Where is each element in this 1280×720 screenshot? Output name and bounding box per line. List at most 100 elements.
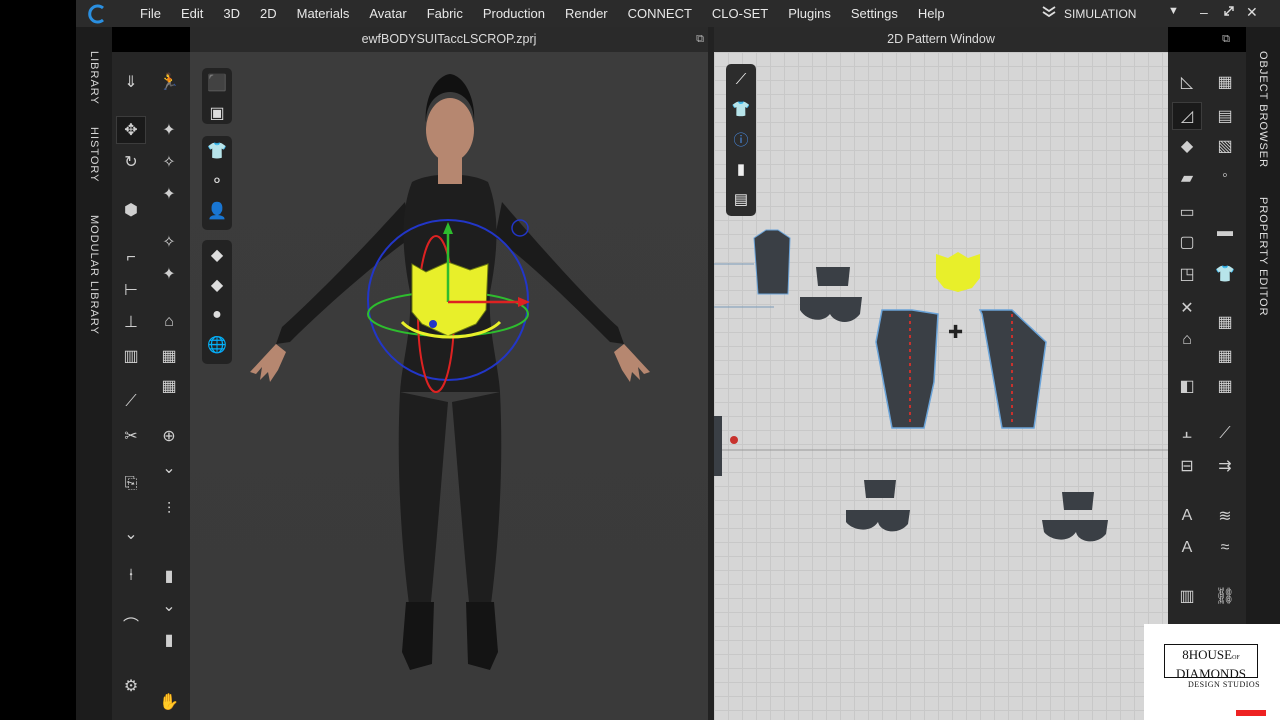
text-style-icon[interactable]: A xyxy=(1172,534,1202,562)
clo-logo-icon[interactable] xyxy=(86,2,110,26)
garment-tool-icon[interactable]: ▦ xyxy=(1210,68,1240,96)
graphic-icon[interactable]: ▮ xyxy=(154,626,184,654)
3d-viewport[interactable]: ⬛ ▣ 👕 ⚬ 👤 ◆ ◆ ● 🌐 xyxy=(190,52,708,720)
ruler-icon[interactable]: ▥ xyxy=(1172,582,1202,610)
menu-file[interactable]: File xyxy=(130,0,171,27)
youtube-badge xyxy=(1236,710,1266,716)
rectangle-icon[interactable]: ▭ xyxy=(1172,198,1202,226)
knit-tool-icon[interactable]: ▦ xyxy=(1210,372,1240,400)
menu-help[interactable]: Help xyxy=(908,0,955,27)
iron-icon[interactable]: ▬ xyxy=(1210,218,1240,246)
garment-fit-icon[interactable]: ⬢ xyxy=(116,196,146,224)
minimize-icon[interactable]: – xyxy=(1200,4,1208,20)
menu-materials[interactable]: Materials xyxy=(287,0,360,27)
right-dock-tabs: OBJECT BROWSER PROPERTY EDITOR xyxy=(1246,27,1280,624)
double-chevron-icon xyxy=(1042,6,1056,21)
needle-icon[interactable]: ⟋ xyxy=(116,388,146,416)
menu-settings[interactable]: Settings xyxy=(841,0,908,27)
trim-icon[interactable]: ▥ xyxy=(116,342,146,370)
segment-sew-icon[interactable]: ▧ xyxy=(1210,132,1240,160)
dart-icon[interactable]: ◳ xyxy=(1172,260,1202,288)
internal-rect-icon[interactable]: ▢ xyxy=(1172,228,1202,256)
knit-icon[interactable]: ▦ xyxy=(154,372,184,400)
tab-object-browser-label: OBJECT BROWSER xyxy=(1257,51,1269,169)
fold-icon[interactable]: ✧ xyxy=(154,228,184,256)
collapsed-arrow-icon-2[interactable]: ⌄ xyxy=(116,520,146,548)
pin-icon[interactable]: ✧ xyxy=(154,148,184,176)
drop-arrow-icon[interactable]: ⇓ xyxy=(116,68,146,96)
avatar-scene xyxy=(250,74,650,670)
seam-allowance-icon[interactable]: ◧ xyxy=(1172,372,1202,400)
sticker-icon[interactable]: ▮ xyxy=(154,562,184,590)
strap-icon[interactable]: ✦ xyxy=(154,260,184,288)
shirt-tool-icon[interactable]: 👕 xyxy=(1210,260,1240,288)
edit-curvature-icon[interactable]: ▤ xyxy=(1210,102,1240,130)
curve-icon[interactable]: ⌒ xyxy=(116,610,146,638)
mode-selector[interactable]: SIMULATION xyxy=(1042,0,1136,27)
tab-library[interactable]: LIBRARY xyxy=(76,51,112,105)
tab-modular-library[interactable]: MODULAR LIBRARY xyxy=(76,215,112,335)
tab-property-editor[interactable]: PROPERTY EDITOR xyxy=(1246,197,1280,317)
rotate-icon[interactable]: ↻ xyxy=(116,148,146,176)
trace-icon[interactable]: ⌂ xyxy=(1172,326,1202,354)
menu-plugins[interactable]: Plugins xyxy=(778,0,841,27)
tab-history-label: HISTORY xyxy=(88,127,100,183)
menu-2d[interactable]: 2D xyxy=(250,0,287,27)
menu-edit[interactable]: Edit xyxy=(171,0,213,27)
walk-avatar-icon[interactable]: 🏃 xyxy=(154,68,184,96)
brand-line-1-small: OF xyxy=(1232,655,1240,661)
tab-history[interactable]: HISTORY xyxy=(76,127,112,183)
button-icon[interactable]: ⊕ xyxy=(154,422,184,450)
measure-icon[interactable]: ⊢ xyxy=(116,276,146,304)
tab-object-browser[interactable]: OBJECT BROWSER xyxy=(1246,51,1280,168)
cut-icon[interactable]: ✕ xyxy=(1172,294,1202,322)
text-icon[interactable]: A xyxy=(1172,502,1202,530)
2d-pattern-canvas[interactable]: ⟋ 👕 ⓘ ▮ ▤ ✚ xyxy=(714,52,1168,720)
brand-watermark: 8HOUSEOF DIAMONDS DESIGN STUDIOS xyxy=(1144,624,1280,720)
hand-icon[interactable]: ✋ xyxy=(154,688,184,716)
tack-icon[interactable]: ✦ xyxy=(154,180,184,208)
polygon-icon[interactable]: ▰ xyxy=(1172,164,1202,192)
avatar-measure-icon[interactable]: ⍿ xyxy=(116,562,146,590)
window-float-icon-2[interactable]: ⧉ xyxy=(1222,27,1230,52)
menu-connect[interactable]: CONNECT xyxy=(618,0,702,27)
zigzag-icon[interactable]: ≈ xyxy=(1210,534,1240,562)
edit-pattern-icon[interactable]: ◺ xyxy=(1172,68,1202,96)
menu-render[interactable]: Render xyxy=(555,0,618,27)
menu-clo-set[interactable]: CLO-SET xyxy=(702,0,778,27)
close-icon[interactable]: ✕ xyxy=(1246,4,1258,21)
zipper-icon[interactable]: ⫶ xyxy=(154,496,184,524)
free-sew-icon[interactable]: ◦ xyxy=(1210,162,1240,190)
stitch-icon[interactable]: ≋ xyxy=(1210,502,1240,530)
transform-pattern-icon[interactable]: ◿ xyxy=(1172,102,1202,130)
window-float-icon[interactable]: ⧉ xyxy=(696,27,704,52)
brand-logo: 8HOUSEOF DIAMONDS xyxy=(1164,644,1258,681)
menu-avatar[interactable]: Avatar xyxy=(359,0,416,27)
fold-arrange-icon[interactable]: ▦ xyxy=(1210,308,1240,336)
menu-3d[interactable]: 3D xyxy=(213,0,250,27)
tag-icon[interactable]: ⎘ xyxy=(116,470,146,498)
add-point-icon[interactable]: ◆ xyxy=(1172,132,1202,160)
hardware-icon[interactable]: ⚙ xyxy=(116,672,146,700)
pleat-icon[interactable]: ▦ xyxy=(1210,342,1240,370)
grainline-icon[interactable]: ⫠ xyxy=(1172,420,1202,448)
collapsed-arrow-icon-3[interactable]: ⌄ xyxy=(154,592,184,620)
move-gizmo-icon[interactable]: ✥ xyxy=(116,116,146,144)
puckering-icon[interactable]: ▦ xyxy=(154,342,184,370)
scissors-icon[interactable]: ✂ xyxy=(116,422,146,450)
piping-icon[interactable]: ⌂ xyxy=(154,308,184,336)
collapsed-arrow-icon[interactable]: ⌄ xyxy=(154,454,184,482)
fitting-icon[interactable]: ⊥ xyxy=(116,308,146,336)
menu-fabric[interactable]: Fabric xyxy=(417,0,473,27)
dash-line-icon[interactable]: ⇉ xyxy=(1210,452,1240,480)
measure-2d-icon[interactable]: ⊟ xyxy=(1172,452,1202,480)
menu-production[interactable]: Production xyxy=(473,0,555,27)
restore-icon[interactable] xyxy=(1223,4,1235,20)
link-icon[interactable]: ⛓ xyxy=(1210,582,1240,610)
brand-line-1: 8HOUSE xyxy=(1182,647,1233,662)
svg-text:✚: ✚ xyxy=(948,322,963,343)
segment-icon[interactable]: ⌐ xyxy=(116,244,146,272)
caret-down-icon[interactable]: ▼ xyxy=(1168,5,1179,17)
line-icon[interactable]: ⟋ xyxy=(1210,420,1240,448)
select-mesh-icon[interactable]: ✦ xyxy=(154,116,184,144)
